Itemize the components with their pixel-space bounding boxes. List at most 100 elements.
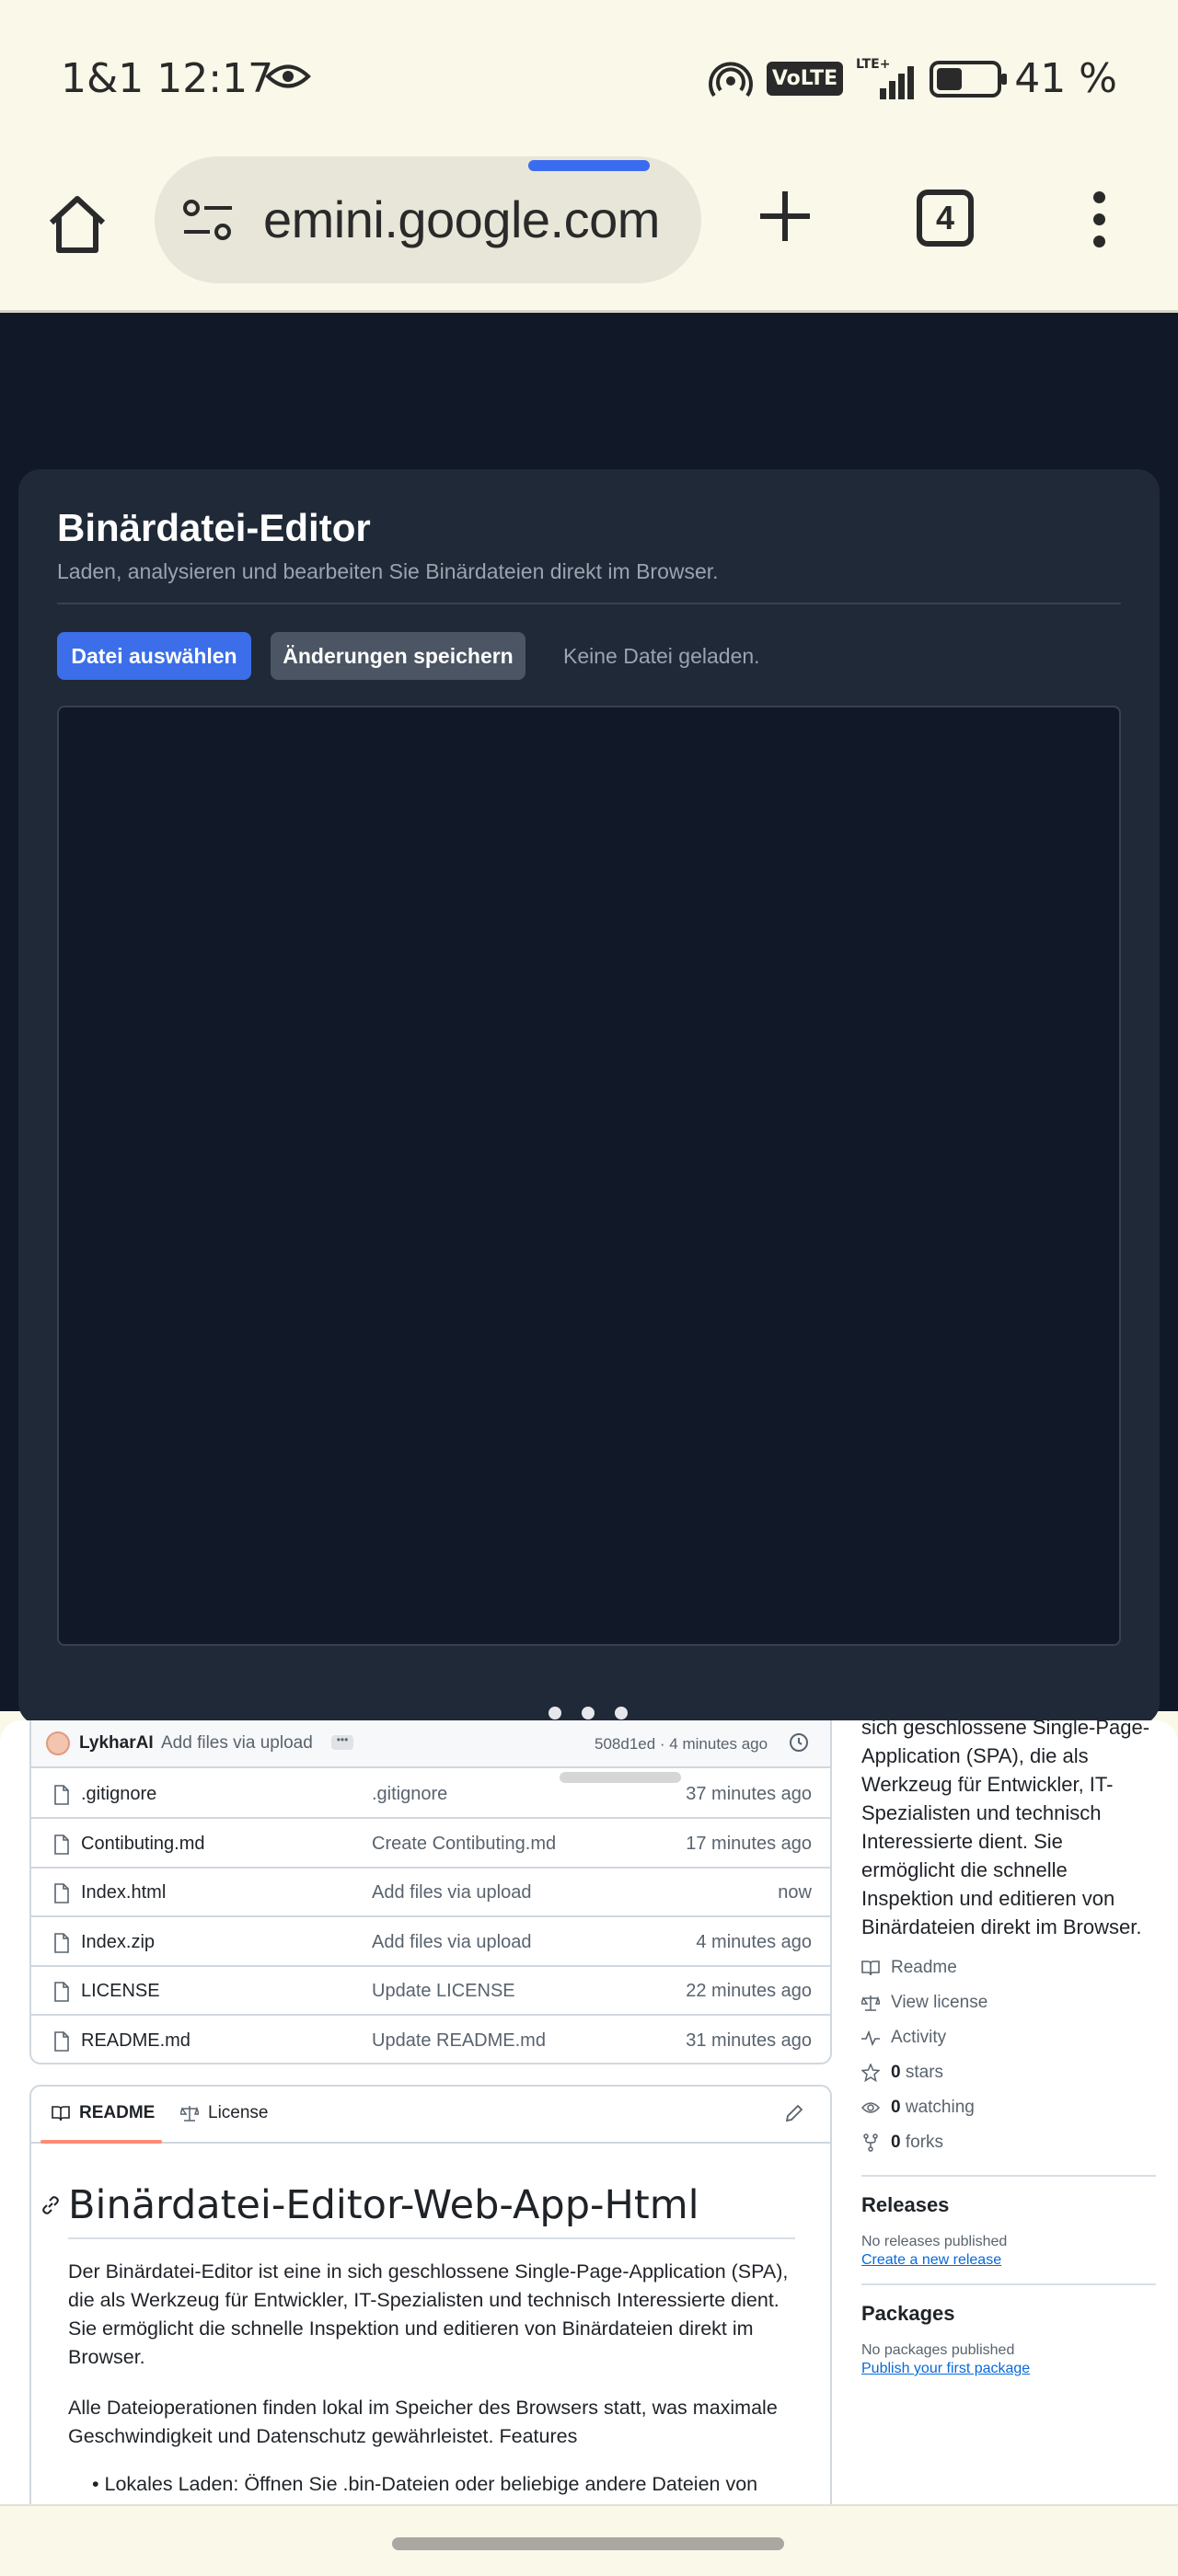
- readme-bullet-text: Lokales Laden: Öffnen Sie .bin-Dateien o…: [104, 2473, 758, 2495]
- file-icon: [54, 1785, 69, 1805]
- packages-heading[interactable]: Packages: [861, 2283, 1156, 2326]
- file-commit-message[interactable]: .gitignore: [372, 1784, 447, 1805]
- readme-paragraph: Alle Dateioperationen finden lokal im Sp…: [68, 2397, 778, 2447]
- file-row[interactable]: Contibuting.md Create Contibuting.md 17 mi…: [31, 1820, 830, 1869]
- watching-label: watching: [905, 2098, 975, 2117]
- file-row[interactable]: Index.html Add files via upload now: [31, 1869, 830, 1917]
- file-row[interactable]: Index.zip Add files via upload 4 minutes a…: [31, 1918, 830, 1967]
- pulse-icon: [861, 2030, 880, 2047]
- home-icon[interactable]: [44, 191, 110, 258]
- address-bar[interactable]: emini.google.com: [155, 156, 701, 283]
- editor-card: Binärdatei-Editor Laden, analysieren und…: [18, 469, 1160, 1725]
- file-commit-time: 17 minutes ago: [686, 1833, 812, 1854]
- url-text[interactable]: emini.google.com: [263, 190, 660, 249]
- license-link-label: View license: [891, 1993, 988, 2012]
- forks-label: forks: [905, 2133, 944, 2152]
- readme-paragraph: Der Binärdatei-Editor ist eine in sich g…: [68, 2260, 789, 2368]
- watching-count: 0: [891, 2098, 901, 2117]
- home-gesture-handle[interactable]: [392, 2537, 784, 2550]
- file-commit-message[interactable]: Update LICENSE: [372, 1981, 515, 2002]
- github-repo-page: LykharAI Add files via upload ••• 508d1e…: [0, 1720, 1178, 2504]
- page-indicator: [549, 1707, 628, 1719]
- file-name[interactable]: Index.zip: [81, 1932, 155, 1953]
- file-commit-message[interactable]: Create Contibuting.md: [372, 1834, 556, 1855]
- repo-sidebar: sich geschlossene Single-Page-Applicatio…: [861, 1720, 1156, 2377]
- tab-switcher-button[interactable]: 4: [917, 190, 974, 247]
- book-icon: [861, 1961, 880, 1976]
- stars-link[interactable]: 0 stars: [861, 2055, 1156, 2090]
- eye-icon: [265, 64, 311, 88]
- readme-bullet: • Lokales Laden: Öffnen Sie .bin-Dateien…: [92, 2473, 758, 2495]
- save-changes-button[interactable]: Änderungen speichern: [271, 632, 525, 680]
- file-name[interactable]: Index.html: [81, 1882, 166, 1903]
- hotspot-icon: [708, 61, 753, 97]
- select-file-button[interactable]: Datei auswählen: [57, 632, 251, 680]
- file-name[interactable]: LICENSE: [81, 1981, 160, 2002]
- avatar[interactable]: [46, 1731, 70, 1755]
- battery-icon: [930, 60, 1008, 98]
- commit-meta[interactable]: 508d1ed · 4 minutes ago: [595, 1735, 768, 1754]
- page-subtitle: Laden, analysieren und bearbeiten Sie Bi…: [57, 559, 719, 583]
- releases-heading[interactable]: Releases: [861, 2175, 1156, 2217]
- readme-tabs: README License: [31, 2087, 830, 2144]
- tab-readme-label: README: [79, 2103, 156, 2122]
- file-icon: [54, 1883, 69, 1903]
- pencil-icon[interactable]: [784, 2103, 804, 2123]
- file-name[interactable]: README.md: [81, 2030, 191, 2052]
- file-name[interactable]: Contibuting.md: [81, 1834, 205, 1855]
- file-commit-time: 22 minutes ago: [686, 1981, 812, 2001]
- forks-count: 0: [891, 2133, 901, 2152]
- web-app: Binärdatei-Editor Laden, analysieren und…: [0, 313, 1178, 1725]
- commit-details-button[interactable]: •••: [331, 1734, 353, 1750]
- more-menu-icon[interactable]: [1091, 191, 1106, 248]
- license-link[interactable]: View license: [861, 1985, 1156, 2020]
- battery-percent: 41 %: [1014, 55, 1117, 102]
- readme-title: Binärdatei-Editor-Web-App-Html: [68, 2182, 699, 2228]
- carrier-time: 1&1 12:17: [61, 55, 274, 102]
- activity-link[interactable]: Activity: [861, 2020, 1156, 2055]
- commit-author[interactable]: LykharAI: [79, 1733, 154, 1754]
- no-releases-text: No releases published: [861, 2234, 1008, 2249]
- file-name[interactable]: .gitignore: [81, 1784, 156, 1805]
- create-release-link[interactable]: Create a new release: [861, 2252, 1156, 2269]
- history-icon[interactable]: [788, 1731, 810, 1754]
- tab-license[interactable]: License: [180, 2103, 269, 2123]
- forks-link[interactable]: 0 forks: [861, 2125, 1156, 2160]
- lte-label: LTE+: [856, 57, 890, 72]
- file-commit-time: now: [778, 1882, 812, 1903]
- file-commit-time: 4 minutes ago: [696, 1931, 812, 1952]
- link-icon[interactable]: [40, 2195, 61, 2215]
- file-row[interactable]: .gitignore .gitignore 37 minutes ago: [31, 1770, 830, 1819]
- tab-license-label: License: [208, 2103, 269, 2122]
- signal-icon: LTE+: [856, 57, 915, 99]
- readme-link[interactable]: Readme: [861, 1950, 1156, 1985]
- file-commit-message[interactable]: Update README.md: [372, 2030, 546, 2052]
- about-text: sich geschlossene Single-Page-Applicatio…: [861, 1720, 1150, 1938]
- file-commit-message[interactable]: Add files via upload: [372, 1932, 531, 1953]
- tab-readme[interactable]: README: [52, 2103, 155, 2123]
- stars-count: 0: [891, 2063, 901, 2082]
- no-packages-text: No packages published: [861, 2342, 1015, 2358]
- new-tab-icon[interactable]: [756, 188, 814, 245]
- file-icon: [54, 1834, 69, 1855]
- volte-badge: VoLTE: [766, 62, 844, 96]
- file-row[interactable]: LICENSE Update LICENSE 22 minutes ago: [31, 1967, 830, 2016]
- site-settings-icon[interactable]: [182, 199, 234, 241]
- file-commit-time: 31 minutes ago: [686, 2030, 812, 2051]
- file-icon: [54, 1982, 69, 2002]
- gesture-nav-bar: [0, 2504, 1178, 2576]
- commit-message[interactable]: Add files via upload: [161, 1733, 313, 1754]
- fork-icon: [863, 2133, 878, 2152]
- activity-link-label: Activity: [891, 2028, 947, 2047]
- divider: [57, 603, 1121, 604]
- file-row[interactable]: README.md Update README.md 31 minutes ago: [31, 2017, 830, 2065]
- latest-commit-bar: LykharAI Add files via upload ••• 508d1e…: [31, 1720, 830, 1768]
- file-commit-message[interactable]: Add files via upload: [372, 1882, 531, 1903]
- readme-link-label: Readme: [891, 1958, 957, 1977]
- hex-editor-area[interactable]: [57, 706, 1121, 1646]
- scale-icon: [180, 2106, 199, 2122]
- file-commit-time: 37 minutes ago: [686, 1784, 812, 1804]
- publish-package-link[interactable]: Publish your first package: [861, 2361, 1156, 2377]
- watching-link[interactable]: 0 watching: [861, 2090, 1156, 2125]
- file-icon: [54, 1932, 69, 1953]
